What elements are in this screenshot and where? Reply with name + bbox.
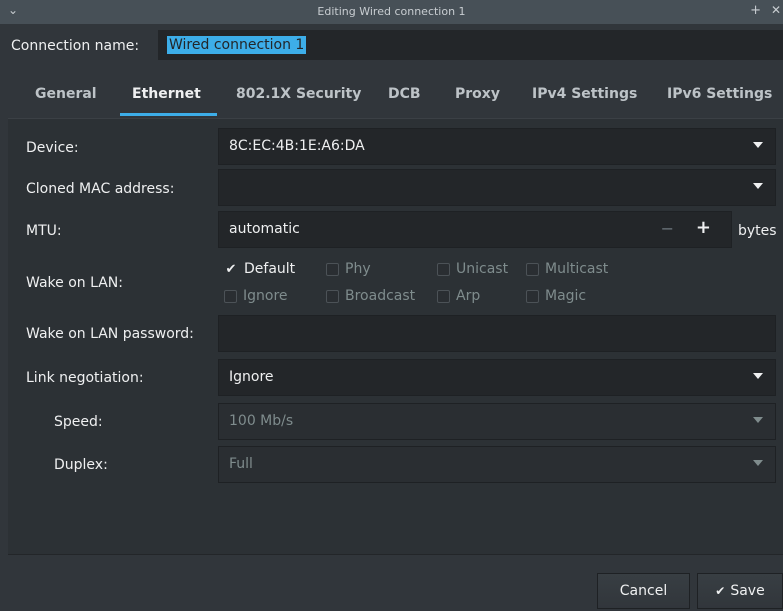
chevron-down-icon bbox=[753, 417, 763, 423]
link-negotiation-value: Ignore bbox=[229, 369, 274, 385]
speed-value: 100 Mb/s bbox=[229, 413, 294, 429]
tab-bar: General Ethernet 802.1X Security DCB Pro… bbox=[8, 72, 783, 118]
cloned-mac-label: Cloned MAC address: bbox=[26, 181, 175, 197]
active-tab-indicator bbox=[120, 113, 217, 116]
cloned-mac-combobox[interactable] bbox=[218, 169, 776, 206]
device-combobox[interactable]: 8C:EC:4B:1E:A6:DA bbox=[218, 128, 776, 165]
duplex-combobox: Full bbox=[218, 446, 776, 483]
chevron-down-icon bbox=[753, 183, 763, 189]
device-label: Device: bbox=[26, 140, 79, 156]
wol-magic-checkbox[interactable]: Magic bbox=[526, 288, 586, 304]
wol-multicast-checkbox[interactable]: Multicast bbox=[526, 261, 608, 277]
wol-unicast-checkbox[interactable]: Unicast bbox=[437, 261, 508, 277]
mtu-unit: bytes bbox=[738, 223, 777, 239]
minus-icon[interactable]: − bbox=[661, 219, 674, 238]
mtu-label: MTU: bbox=[26, 223, 62, 239]
speed-combobox: 100 Mb/s bbox=[218, 403, 776, 440]
tab-general[interactable]: General bbox=[35, 86, 97, 102]
connection-name-label: Connection name: bbox=[11, 38, 140, 54]
device-value: 8C:EC:4B:1E:A6:DA bbox=[229, 138, 365, 154]
tab-proxy[interactable]: Proxy bbox=[455, 86, 500, 102]
mtu-value: automatic bbox=[229, 221, 300, 237]
tab-ipv4-settings[interactable]: IPv4 Settings bbox=[532, 86, 637, 102]
wol-default-checkbox[interactable]: ✔ Default bbox=[224, 261, 296, 277]
connection-name-row: Connection name: Wired connection 1 bbox=[0, 24, 783, 70]
wol-broadcast-checkbox[interactable]: Broadcast bbox=[326, 288, 415, 304]
connection-name-input[interactable]: Wired connection 1 bbox=[158, 30, 783, 60]
wol-password-input[interactable] bbox=[218, 315, 776, 352]
check-icon: ✔ bbox=[715, 584, 726, 598]
cancel-button[interactable]: Cancel bbox=[597, 573, 690, 609]
plus-icon[interactable]: + bbox=[750, 3, 761, 18]
chevron-down-icon bbox=[753, 460, 763, 466]
plus-icon[interactable]: + bbox=[696, 217, 711, 238]
save-button[interactable]: ✔ Save bbox=[697, 573, 783, 609]
title-bar: ⌄ Editing Wired connection 1 + ✕ bbox=[0, 0, 783, 24]
tab-8021x-security[interactable]: 802.1X Security bbox=[236, 86, 361, 102]
check-icon: ✔ bbox=[225, 261, 237, 277]
tab-dcb[interactable]: DCB bbox=[388, 86, 421, 102]
wake-on-lan-label: Wake on LAN: bbox=[26, 275, 123, 291]
chevron-down-icon bbox=[753, 373, 763, 379]
wol-password-label: Wake on LAN password: bbox=[26, 326, 194, 342]
link-negotiation-combobox[interactable]: Ignore bbox=[218, 359, 776, 396]
window-title: Editing Wired connection 1 bbox=[317, 5, 466, 18]
tab-ipv6-settings[interactable]: IPv6 Settings bbox=[667, 86, 772, 102]
close-icon[interactable]: ✕ bbox=[771, 3, 781, 17]
connection-name-value: Wired connection 1 bbox=[167, 36, 307, 54]
wol-ignore-checkbox[interactable]: Ignore bbox=[224, 288, 288, 304]
wol-arp-checkbox[interactable]: Arp bbox=[437, 288, 480, 304]
speed-label: Speed: bbox=[54, 414, 103, 430]
duplex-value: Full bbox=[229, 456, 253, 472]
tab-ethernet[interactable]: Ethernet bbox=[132, 86, 201, 102]
chevron-down-icon bbox=[753, 142, 763, 148]
duplex-label: Duplex: bbox=[54, 457, 108, 473]
wol-phy-checkbox[interactable]: Phy bbox=[326, 261, 371, 277]
mtu-spinbox[interactable]: automatic − + bbox=[218, 211, 732, 248]
link-negotiation-label: Link negotiation: bbox=[26, 370, 144, 386]
